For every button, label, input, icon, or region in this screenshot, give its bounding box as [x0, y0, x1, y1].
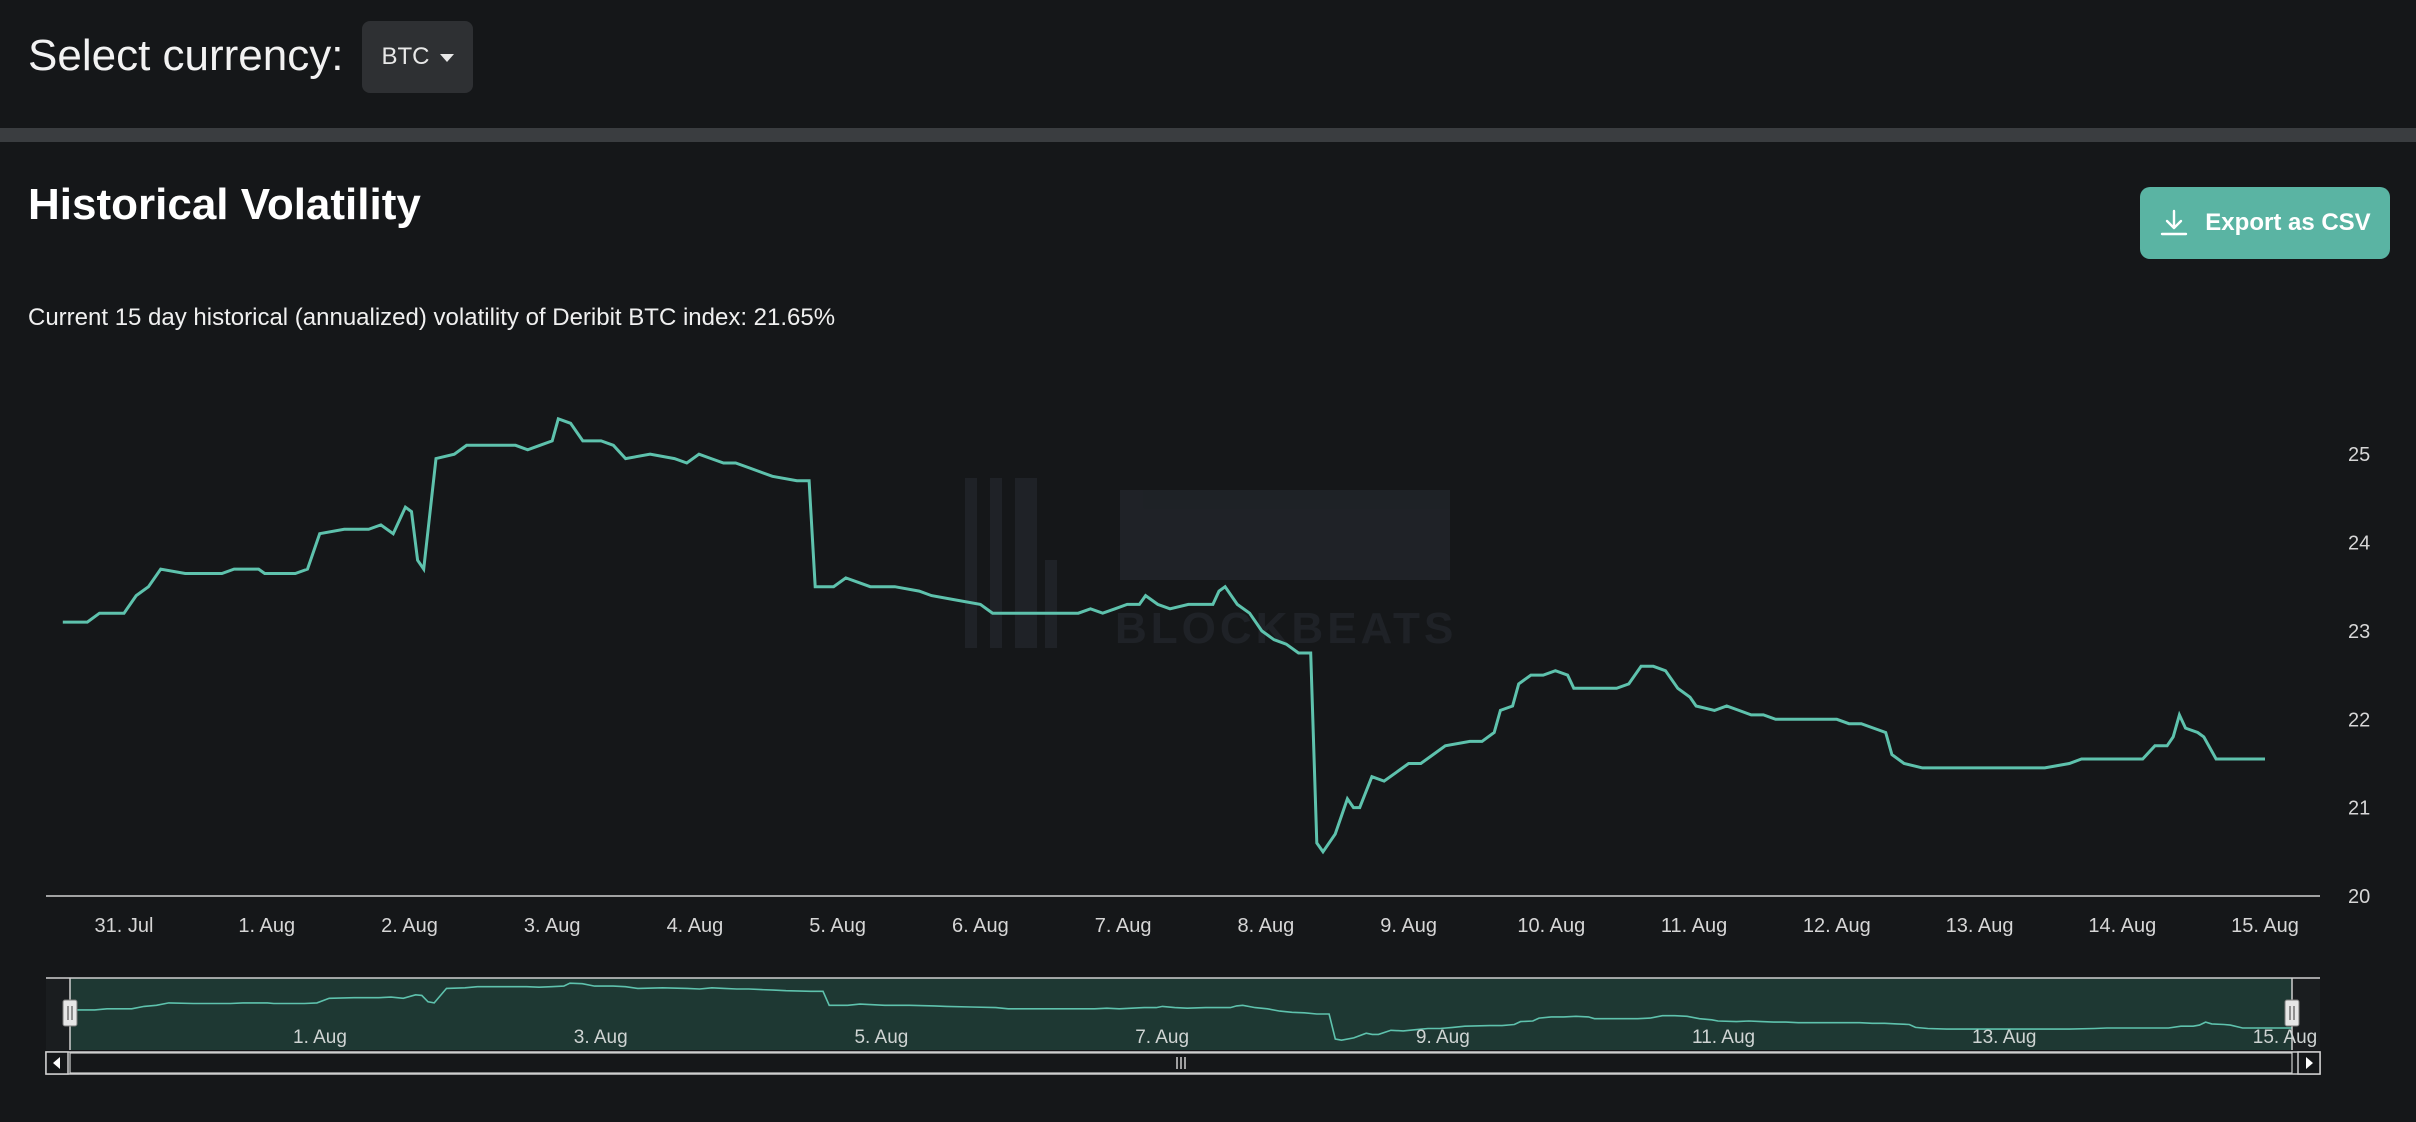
x-tick-label: 2. Aug	[381, 915, 438, 937]
x-tick-label: 12. Aug	[1803, 915, 1871, 937]
x-tick-label: 11. Aug	[1661, 915, 1727, 937]
navigator-tick-label: 13. Aug	[1972, 1027, 2036, 1048]
x-tick-label: 1. Aug	[238, 915, 295, 937]
y-tick-label: 22	[2348, 709, 2370, 731]
section-divider	[0, 128, 2416, 142]
scrollbar[interactable]	[45, 1051, 2321, 1075]
x-tick-label: 5. Aug	[809, 915, 866, 937]
scroll-right-button[interactable]	[2297, 1051, 2321, 1075]
watermark-logo: BLOCKBEATS	[965, 478, 1453, 653]
x-tick-label: 6. Aug	[952, 915, 1009, 937]
x-tick-label: 31. Jul	[95, 915, 154, 937]
select-currency-label: Select currency:	[28, 31, 344, 80]
y-tick-label: 21	[2348, 798, 2370, 820]
currency-selected-value: BTC	[381, 43, 430, 70]
y-tick-label: 24	[2348, 533, 2370, 555]
export-csv-label: Export as CSV	[2205, 209, 2371, 236]
navigator-tick-label: 5. Aug	[854, 1027, 908, 1048]
navigator-right-handle[interactable]	[2284, 999, 2300, 1027]
panel-title: Historical Volatility	[28, 180, 421, 229]
navigator-tick-label: 7. Aug	[1135, 1027, 1189, 1048]
navigator-tick-label: 15. Aug	[2253, 1027, 2317, 1048]
y-tick-label: 23	[2348, 621, 2370, 643]
x-tick-label: 8. Aug	[1238, 915, 1295, 937]
x-tick-label: 9. Aug	[1380, 915, 1437, 937]
volatility-chart: BLOCKBEATS 31. Jul 1. Aug 2. Aug 3. Aug 4. A…	[45, 416, 2370, 1075]
navigator-left-handle[interactable]	[62, 999, 78, 1027]
scroll-left-button[interactable]	[45, 1051, 69, 1075]
navigator-tick-label: 1. Aug	[293, 1027, 347, 1048]
navigator-tick-label: 3. Aug	[574, 1027, 628, 1048]
x-tick-label: 14. Aug	[2088, 915, 2156, 937]
x-tick-label: 3. Aug	[524, 915, 581, 937]
x-axis: 31. Jul 1. Aug 2. Aug 3. Aug 4. Aug 5. Aug 6. …	[46, 895, 2320, 937]
x-tick-label: 13. Aug	[1946, 915, 2014, 937]
x-tick-label: 4. Aug	[667, 915, 724, 937]
x-tick-label: 10. Aug	[1517, 915, 1585, 937]
volatility-summary: Current 15 day historical (annualized) v…	[28, 304, 836, 331]
y-tick-label: 20	[2348, 886, 2370, 908]
navigator[interactable]: 1. Aug 3. Aug 5. Aug 7. Aug 9. Aug 11. Aug 13.…	[46, 977, 2320, 1050]
y-axis: 20 21 22 23 24 25	[2348, 444, 2370, 908]
navigator-tick-label: 11. Aug	[1692, 1027, 1755, 1048]
y-tick-label: 25	[2348, 444, 2370, 466]
x-tick-label: 7. Aug	[1095, 915, 1152, 937]
currency-dropdown[interactable]: BTC	[362, 21, 473, 93]
navigator-tick-label: 9. Aug	[1416, 1027, 1470, 1048]
download-icon	[2161, 209, 2188, 236]
export-csv-button[interactable]: Export as CSV	[2140, 187, 2390, 259]
x-tick-label: 15. Aug	[2231, 915, 2299, 937]
top-bar: Select currency: BTC	[0, 0, 2416, 128]
caret-down-icon	[439, 54, 454, 62]
